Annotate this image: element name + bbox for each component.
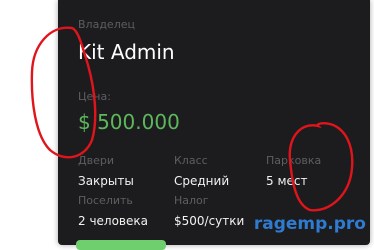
action-button[interactable] — [76, 240, 166, 250]
parking-label: Парковка — [266, 154, 322, 167]
watermark-text: ragemp.pro — [253, 214, 366, 234]
doors-value: Закрыты — [78, 174, 134, 188]
doors-label: Двери — [78, 154, 114, 167]
class-label: Класс — [174, 154, 208, 167]
class-value: Средний — [174, 174, 230, 188]
tax-value: $500/сутки — [174, 214, 245, 228]
settle-value: 2 человека — [78, 214, 148, 228]
tax-label: Налог — [174, 194, 209, 207]
parking-value: 5 мест — [266, 174, 308, 188]
owner-label: Владелец — [78, 18, 135, 31]
price-value: $ 500.000 — [78, 110, 180, 134]
settle-label: Поселить — [78, 194, 133, 207]
property-info-panel: Владелец Kit Admin Цена: $ 500.000 Двери… — [58, 0, 370, 250]
owner-value: Kit Admin — [78, 40, 175, 64]
price-label: Цена: — [78, 90, 111, 103]
